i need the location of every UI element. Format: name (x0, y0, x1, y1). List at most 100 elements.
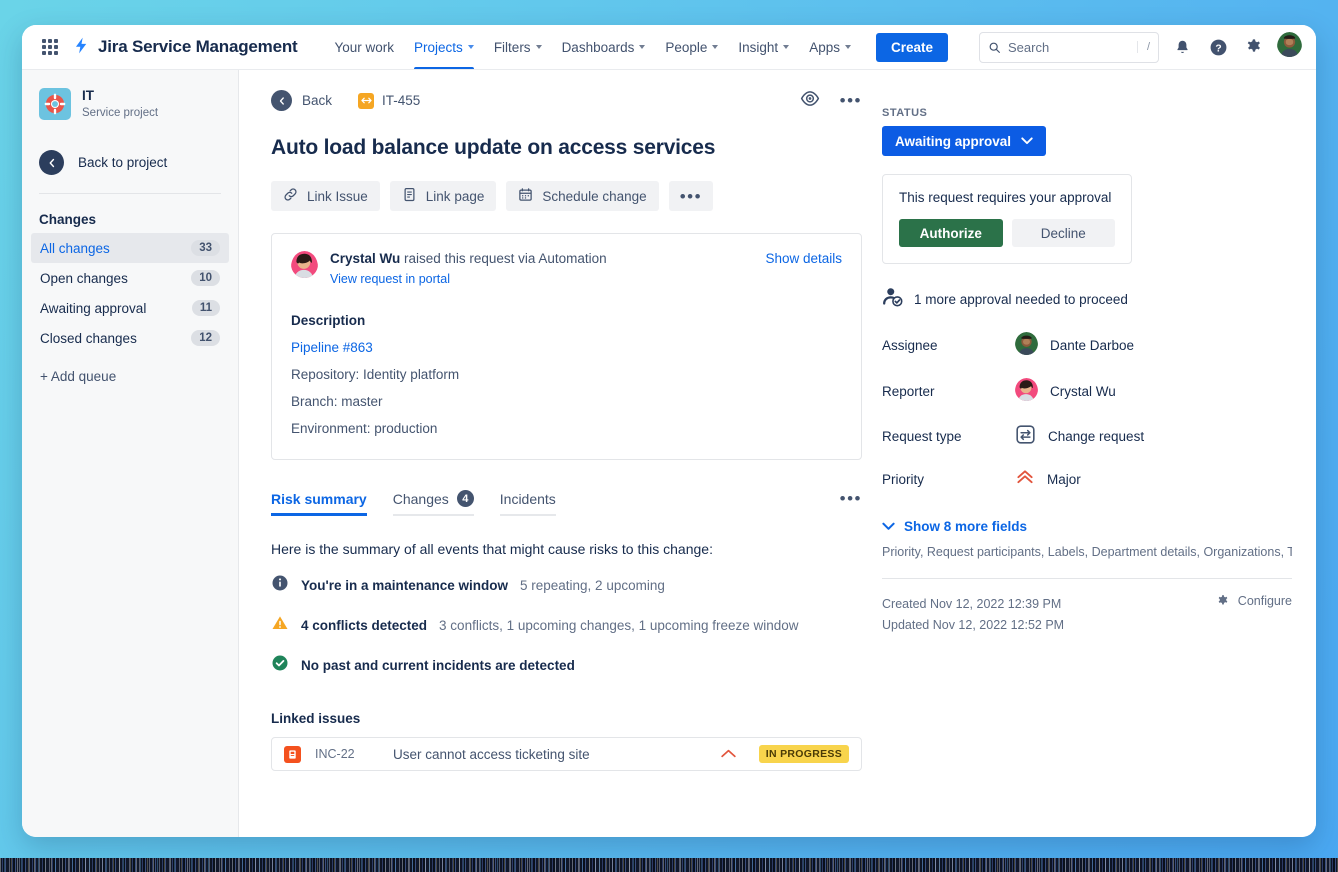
tab-risk-summary[interactable]: Risk summary (271, 491, 367, 516)
bottom-noise-strip (0, 858, 1338, 872)
field-label: Reporter (882, 383, 935, 399)
linked-issue-summary[interactable]: User cannot access ticketing site (393, 747, 720, 762)
field-request-type: Request type Change request (882, 424, 1292, 448)
brand-logo[interactable]: Jira Service Management (72, 36, 298, 59)
back-to-project-link[interactable]: Back to project (22, 150, 238, 175)
back-to-project-label: Back to project (78, 155, 168, 170)
notifications-bell-icon[interactable] (1169, 34, 1195, 60)
more-actions-icon[interactable]: ••• (840, 92, 862, 109)
field-assignee: Assignee Dante Darboe (882, 332, 1292, 358)
arrow-left-icon (39, 150, 64, 175)
nav-item-projects[interactable]: Projects (405, 25, 483, 69)
nav-item-apps[interactable]: Apps (800, 25, 860, 69)
risk-detail: 3 conflicts, 1 upcoming changes, 1 upcom… (439, 618, 799, 633)
request-raised-text: Crystal Wu raised this request via Autom… (330, 251, 607, 266)
hidden-fields-list: Priority, Request participants, Labels, … (882, 545, 1292, 559)
description-title: Description (291, 313, 366, 328)
toolbar-more-button[interactable]: ••• (668, 181, 714, 211)
chevron-down-icon (712, 45, 719, 49)
create-button[interactable]: Create (875, 32, 948, 62)
queue-label: Closed changes (40, 330, 137, 346)
calendar-icon (518, 187, 533, 205)
approval-needed-text: 1 more approval needed to proceed (914, 291, 1128, 307)
approval-needed-row: 1 more approval needed to proceed (882, 286, 1292, 312)
request-card: Crystal Wu raised this request via Autom… (271, 233, 862, 460)
link-issue-button[interactable]: Link Issue (271, 181, 380, 211)
description-pipeline-line: Pipeline #863 (291, 340, 842, 355)
back-label: Back (302, 93, 333, 108)
link-page-button[interactable]: Link page (389, 181, 497, 211)
app-window: Jira Service Management Your work Projec… (22, 25, 1316, 837)
issue-key-link[interactable]: IT-455 (358, 92, 420, 109)
decline-button[interactable]: Decline (1011, 219, 1115, 247)
tabs-more-icon[interactable]: ••• (840, 490, 862, 516)
priority-value: Major (1047, 472, 1081, 487)
search-input[interactable]: Search / (979, 31, 1159, 63)
risk-row-conflicts: 4 conflicts detected 3 conflicts, 1 upco… (271, 614, 862, 637)
view-request-in-portal-link[interactable]: View request in portal (330, 272, 607, 286)
authorize-button[interactable]: Authorize (899, 219, 1003, 247)
back-button[interactable]: Back (271, 90, 332, 111)
page-icon (402, 187, 417, 205)
request-type-value: Change request (1048, 428, 1145, 444)
tab-incidents[interactable]: Incidents (499, 490, 556, 516)
pipeline-link[interactable]: Pipeline #863 (291, 340, 373, 355)
status-value: Awaiting approval (895, 133, 1012, 149)
schedule-change-button[interactable]: Schedule change (506, 181, 659, 211)
nav-item-insight[interactable]: Insight (729, 25, 798, 69)
nav-label: Projects (414, 39, 463, 55)
table-row[interactable]: INC-22 User cannot access ticketing site… (271, 737, 862, 771)
project-type: Service project (82, 107, 159, 120)
settings-gear-icon[interactable] (1241, 34, 1267, 60)
add-queue-button[interactable]: + Add queue (22, 353, 238, 400)
linked-issue-key[interactable]: INC-22 (315, 747, 393, 761)
eye-watch-icon[interactable] (800, 90, 820, 111)
nav-label: Apps (809, 39, 840, 55)
avatar-crystal-wu[interactable] (291, 251, 318, 283)
user-avatar[interactable] (1277, 32, 1302, 62)
field-reporter: Reporter Crystal Wu (882, 378, 1292, 404)
tab-label: Incidents (499, 490, 556, 507)
incident-icon (284, 745, 301, 763)
chevron-down-icon (1021, 137, 1033, 145)
show-details-link[interactable]: Show details (765, 251, 842, 266)
reporter-name: Crystal Wu (1050, 383, 1116, 399)
field-priority: Priority Major (882, 468, 1292, 491)
project-header[interactable]: IT Service project (22, 88, 238, 120)
sidebar-item-all-changes[interactable]: All changes 33 (31, 233, 229, 263)
chevron-down-icon (882, 522, 895, 530)
field-value[interactable]: Crystal Wu (1015, 378, 1116, 404)
field-value[interactable]: Dante Darboe (1015, 332, 1134, 358)
help-icon[interactable]: ? (1205, 34, 1231, 60)
configure-button[interactable]: Configure (1216, 594, 1292, 608)
description-line: Repository: Identity platform (291, 367, 460, 382)
project-name: IT (82, 88, 94, 103)
nav-item-your-work[interactable]: Your work (326, 25, 404, 69)
chevron-down-icon (535, 45, 542, 49)
nav-item-people[interactable]: People (656, 25, 727, 69)
project-sidebar: IT Service project Back to project Chang… (22, 70, 239, 837)
queue-count-badge: 11 (191, 300, 220, 316)
risk-label: No past and current incidents are detect… (301, 658, 575, 673)
sidebar-item-awaiting-approval[interactable]: Awaiting approval 11 (31, 293, 229, 323)
avatar-dante-darboe (1015, 332, 1038, 358)
info-icon (271, 574, 289, 597)
top-nav-right-actions: Search / ? (979, 31, 1302, 63)
app-switcher-grid-icon[interactable] (38, 35, 62, 59)
nav-item-dashboards[interactable]: Dashboards (553, 25, 655, 69)
configure-label: Configure (1237, 594, 1292, 608)
risk-summary-intro: Here is the summary of all events that m… (271, 541, 713, 557)
sidebar-item-closed-changes[interactable]: Closed changes 12 (31, 323, 229, 353)
show-more-fields-button[interactable]: Show 8 more fields (882, 519, 1292, 534)
jira-bolt-icon (72, 36, 91, 59)
approval-card: This request requires your approval Auth… (882, 174, 1132, 264)
status-dropdown-button[interactable]: Awaiting approval (882, 126, 1047, 156)
sidebar-item-open-changes[interactable]: Open changes 10 (31, 263, 229, 293)
field-value[interactable]: Major (1015, 468, 1081, 491)
tab-changes[interactable]: Changes 4 (392, 490, 474, 516)
field-value[interactable]: Change request (1015, 424, 1144, 448)
nav-item-filters[interactable]: Filters (485, 25, 551, 69)
brand-title: Jira Service Management (98, 37, 298, 56)
toolbar-label: Link page (425, 188, 485, 204)
primary-nav: Your work Projects Filters Dashboards Pe… (326, 25, 948, 69)
